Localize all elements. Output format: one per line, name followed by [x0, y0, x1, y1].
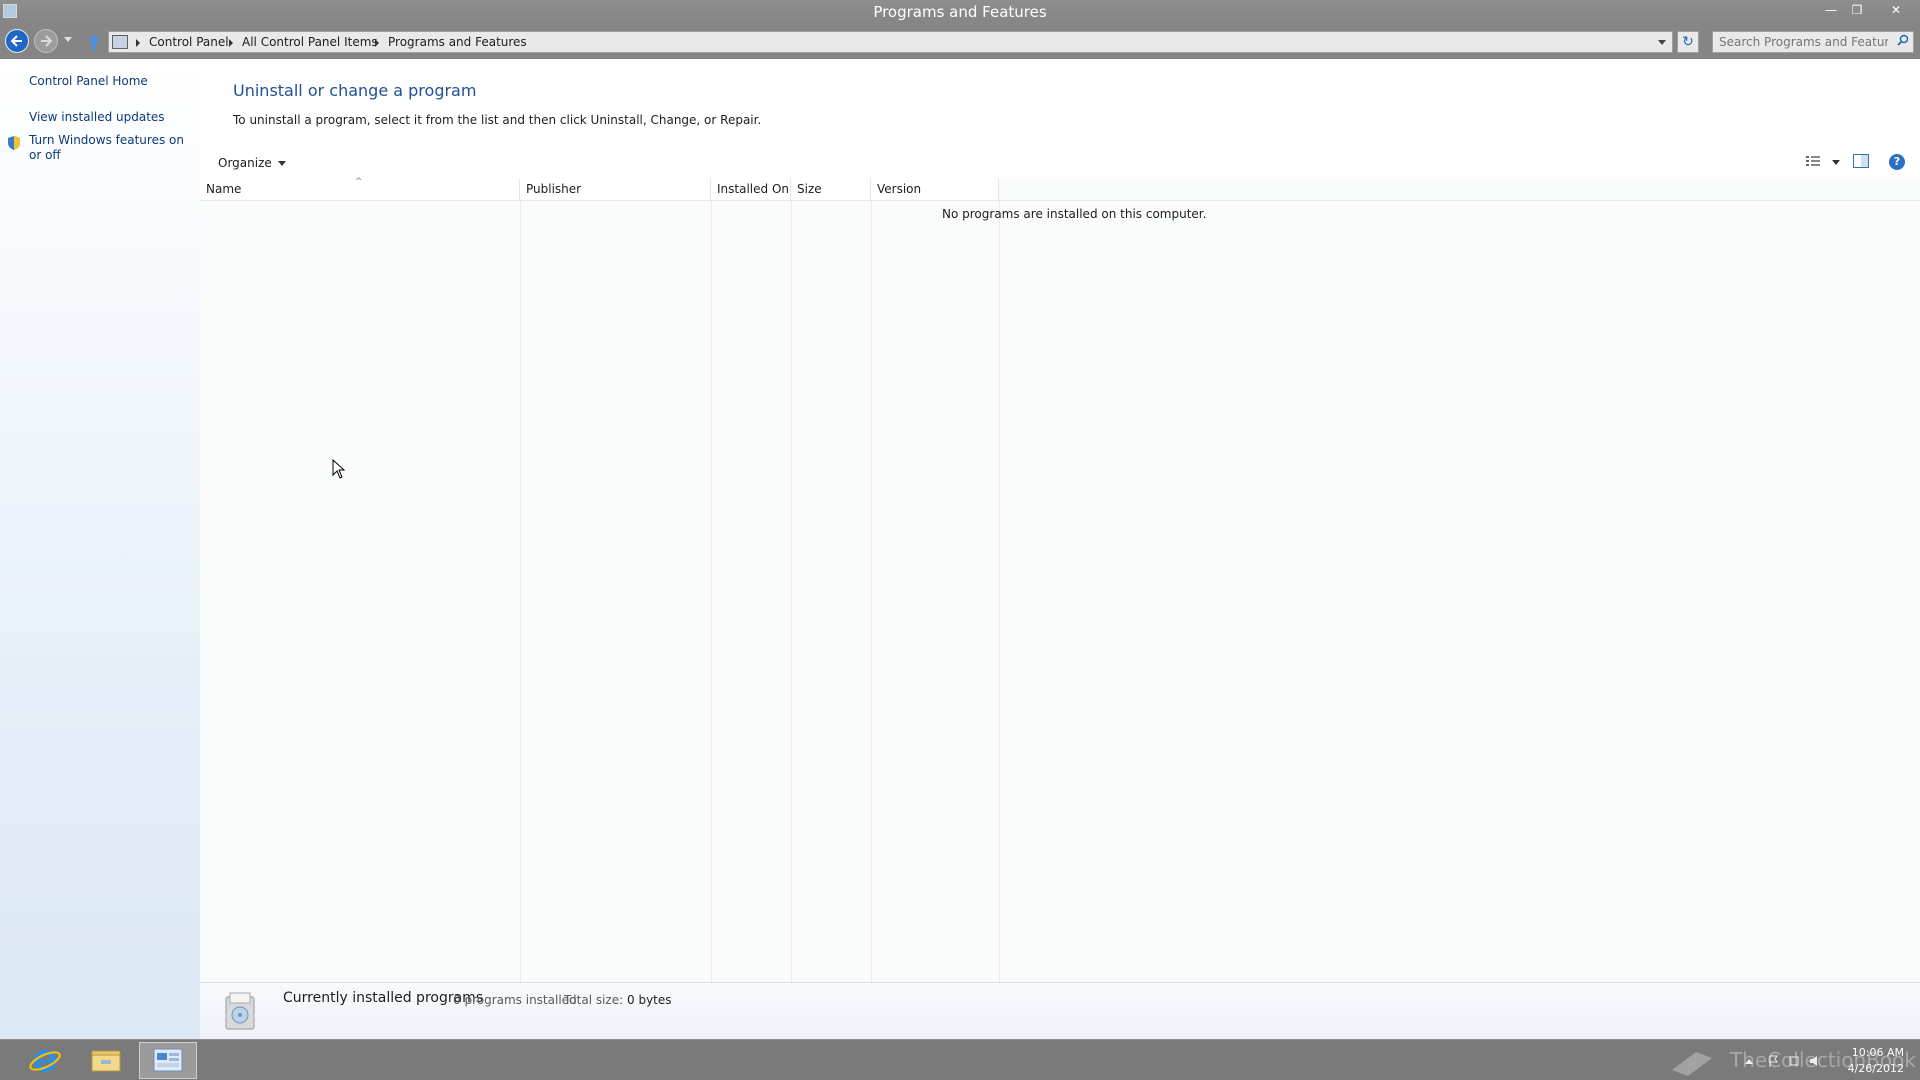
- chevron-down-icon: [277, 161, 286, 166]
- control-panel-icon: [153, 1048, 183, 1072]
- up-arrow-icon[interactable]: [86, 33, 102, 51]
- preview-pane-icon[interactable]: [1852, 152, 1870, 170]
- details-pane: Currently installed programs 0 programs …: [200, 982, 1920, 1039]
- maximize-button[interactable]: ❐: [1845, 2, 1869, 18]
- recent-locations-dropdown[interactable]: [64, 37, 72, 42]
- taskbar: TheCollectionBook 10:06 AM 4/26/2012: [0, 1039, 1920, 1080]
- breadcrumb-separator[interactable]: [375, 39, 379, 47]
- column-header-installed-on[interactable]: Installed On: [711, 179, 791, 201]
- address-bar[interactable]: Control Panel All Control Panel Items Pr…: [108, 31, 1673, 53]
- system-tray[interactable]: [1740, 1053, 1830, 1069]
- file-explorer-icon: [91, 1050, 121, 1072]
- watermark-book-icon: [1672, 1052, 1712, 1076]
- control-panel-home-link[interactable]: Control Panel Home: [29, 74, 148, 89]
- search-input[interactable]: [1713, 32, 1888, 52]
- refresh-icon: ↻: [1682, 34, 1694, 50]
- column-header-size[interactable]: Size: [791, 179, 871, 201]
- breadcrumb-separator[interactable]: [229, 39, 233, 47]
- column-divider: [520, 201, 521, 982]
- taskbar-internet-explorer[interactable]: [16, 1042, 74, 1079]
- mouse-cursor-icon: [332, 459, 346, 479]
- minimize-button[interactable]: —: [1819, 2, 1843, 18]
- programs-list[interactable]: Name ^ Publisher Installed On Size Versi…: [200, 177, 1920, 982]
- search-icon[interactable]: [1897, 34, 1909, 46]
- program-count: 0 programs installed: [453, 993, 577, 1007]
- search-box[interactable]: [1712, 31, 1914, 53]
- column-divider: [999, 201, 1000, 982]
- column-divider: [791, 201, 792, 982]
- refresh-button[interactable]: ↻: [1677, 31, 1699, 53]
- clock-date: 4/26/2012: [1847, 1062, 1904, 1075]
- arrow-left-icon: [10, 35, 22, 47]
- shield-icon: [8, 136, 20, 150]
- organize-label: Organize: [218, 156, 272, 170]
- main-content: Uninstall or change a program To uninsta…: [200, 59, 1920, 1039]
- taskbar-control-panel[interactable]: [139, 1042, 197, 1079]
- forward-button[interactable]: [34, 29, 58, 53]
- column-header-name[interactable]: Name ^: [200, 177, 520, 201]
- back-button[interactable]: [5, 29, 29, 53]
- page-instruction: To uninstall a program, select it from t…: [233, 113, 762, 127]
- navigation-bar: Control Panel All Control Panel Items Pr…: [0, 25, 1920, 59]
- column-header-divider: [200, 200, 1920, 201]
- page-title: Uninstall or change a program: [233, 81, 477, 100]
- column-header-version[interactable]: Version: [871, 179, 999, 201]
- sort-ascending-icon: ^: [355, 177, 363, 187]
- view-options-dropdown[interactable]: [1832, 160, 1840, 165]
- system-clock[interactable]: 10:06 AM 4/26/2012: [1838, 1045, 1904, 1077]
- empty-list-message: No programs are installed on this comput…: [942, 207, 1207, 221]
- installed-programs-icon: [225, 992, 255, 1030]
- taskbar-file-explorer[interactable]: [77, 1042, 135, 1079]
- help-button[interactable]: ?: [1889, 154, 1905, 170]
- total-size-label: Total size:: [564, 993, 624, 1007]
- turn-windows-features-link[interactable]: Turn Windows features on or off: [29, 133, 189, 163]
- total-size-value: 0 bytes: [627, 993, 672, 1007]
- breadcrumb-all-control-panel-items[interactable]: All Control Panel Items: [242, 35, 378, 49]
- view-installed-updates-link[interactable]: View installed updates: [29, 110, 165, 125]
- column-divider: [711, 201, 712, 982]
- arrow-right-icon: [41, 35, 53, 47]
- window-title: Programs and Features: [873, 3, 1047, 21]
- organize-menu-button[interactable]: Organize: [214, 154, 290, 172]
- column-header-publisher[interactable]: Publisher: [520, 179, 711, 201]
- internet-explorer-icon: [29, 1050, 61, 1072]
- clock-time: 10:06 AM: [1851, 1046, 1904, 1059]
- close-button[interactable]: ✕: [1880, 2, 1912, 18]
- breadcrumb-programs-and-features[interactable]: Programs and Features: [388, 35, 527, 49]
- title-bar: Programs and Features — ❐ ✕: [0, 0, 1920, 25]
- breadcrumb-separator[interactable]: [136, 39, 140, 47]
- view-details-icon[interactable]: [1805, 152, 1821, 170]
- column-divider: [871, 201, 872, 982]
- control-panel-icon: [112, 35, 128, 49]
- breadcrumb-control-panel[interactable]: Control Panel: [149, 35, 229, 49]
- task-pane: Control Panel Home View installed update…: [0, 59, 200, 1039]
- address-history-dropdown[interactable]: [1658, 40, 1666, 45]
